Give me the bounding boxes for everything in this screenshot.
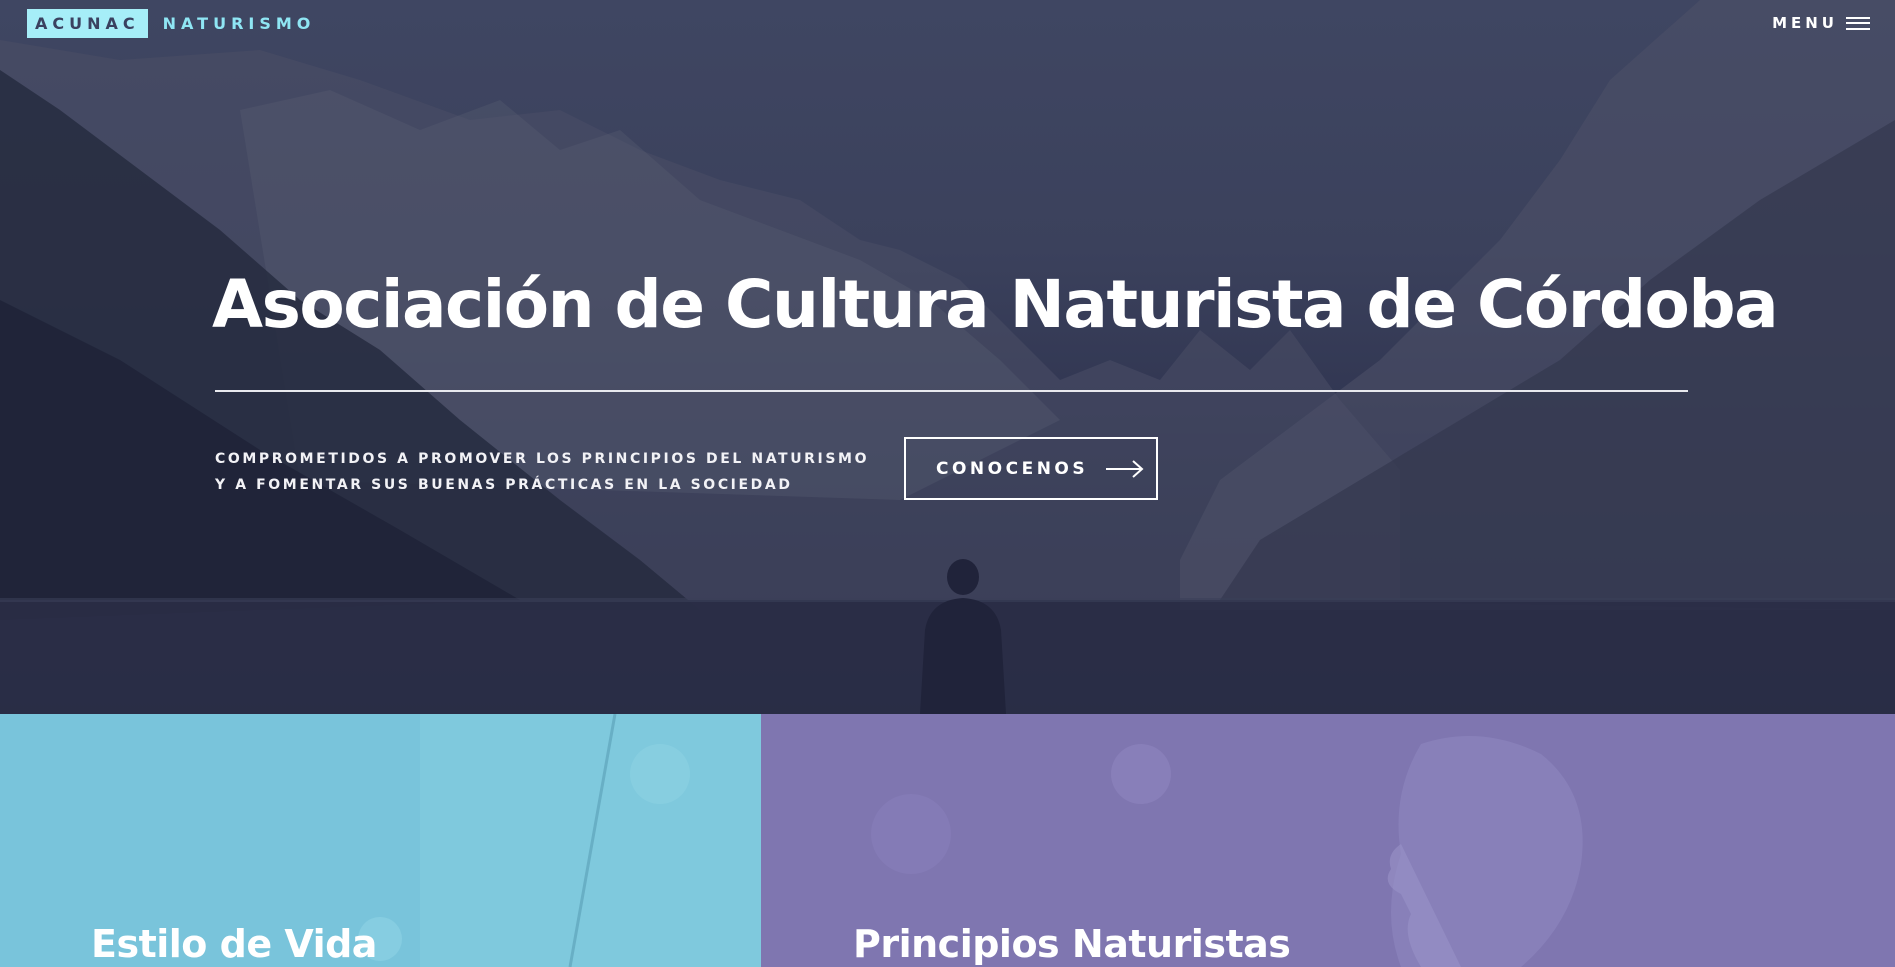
- panel-title: Principios Naturistas: [853, 922, 1291, 966]
- mountain-lake-background: [0, 0, 1895, 714]
- page-title: Asociación de Cultura Naturista de Córdo…: [212, 266, 1779, 343]
- brand-name: NATURISMO: [162, 14, 316, 33]
- brand-box-text: ACUNAC: [27, 9, 148, 38]
- hero-section: ACUNAC NATURISMO MENU Asociación de Cult…: [0, 0, 1895, 714]
- panel-estilo-de-vida[interactable]: Estilo de Vida: [0, 714, 761, 967]
- arrow-right-icon: [1106, 459, 1144, 478]
- panel-title: Estilo de Vida: [91, 922, 377, 966]
- panel-principios-naturistas[interactable]: Principios Naturistas: [761, 714, 1895, 967]
- hero-tagline: COMPROMETIDOS A PROMOVER LOS PRINCIPIOS …: [215, 446, 885, 498]
- cta-label: CONOCENOS: [936, 458, 1089, 479]
- tagline-line-1: COMPROMETIDOS A PROMOVER LOS PRINCIPIOS …: [215, 451, 870, 467]
- menu-button[interactable]: MENU: [1772, 14, 1870, 32]
- hamburger-icon: [1846, 16, 1870, 30]
- conocenos-button[interactable]: CONOCENOS: [904, 437, 1158, 500]
- title-divider: [215, 390, 1688, 392]
- tagline-line-2: Y A FOMENTAR SUS BUENAS PRÁCTICAS EN LA …: [215, 477, 793, 493]
- brand-logo[interactable]: ACUNAC NATURISMO: [27, 9, 315, 38]
- menu-label: MENU: [1772, 14, 1838, 32]
